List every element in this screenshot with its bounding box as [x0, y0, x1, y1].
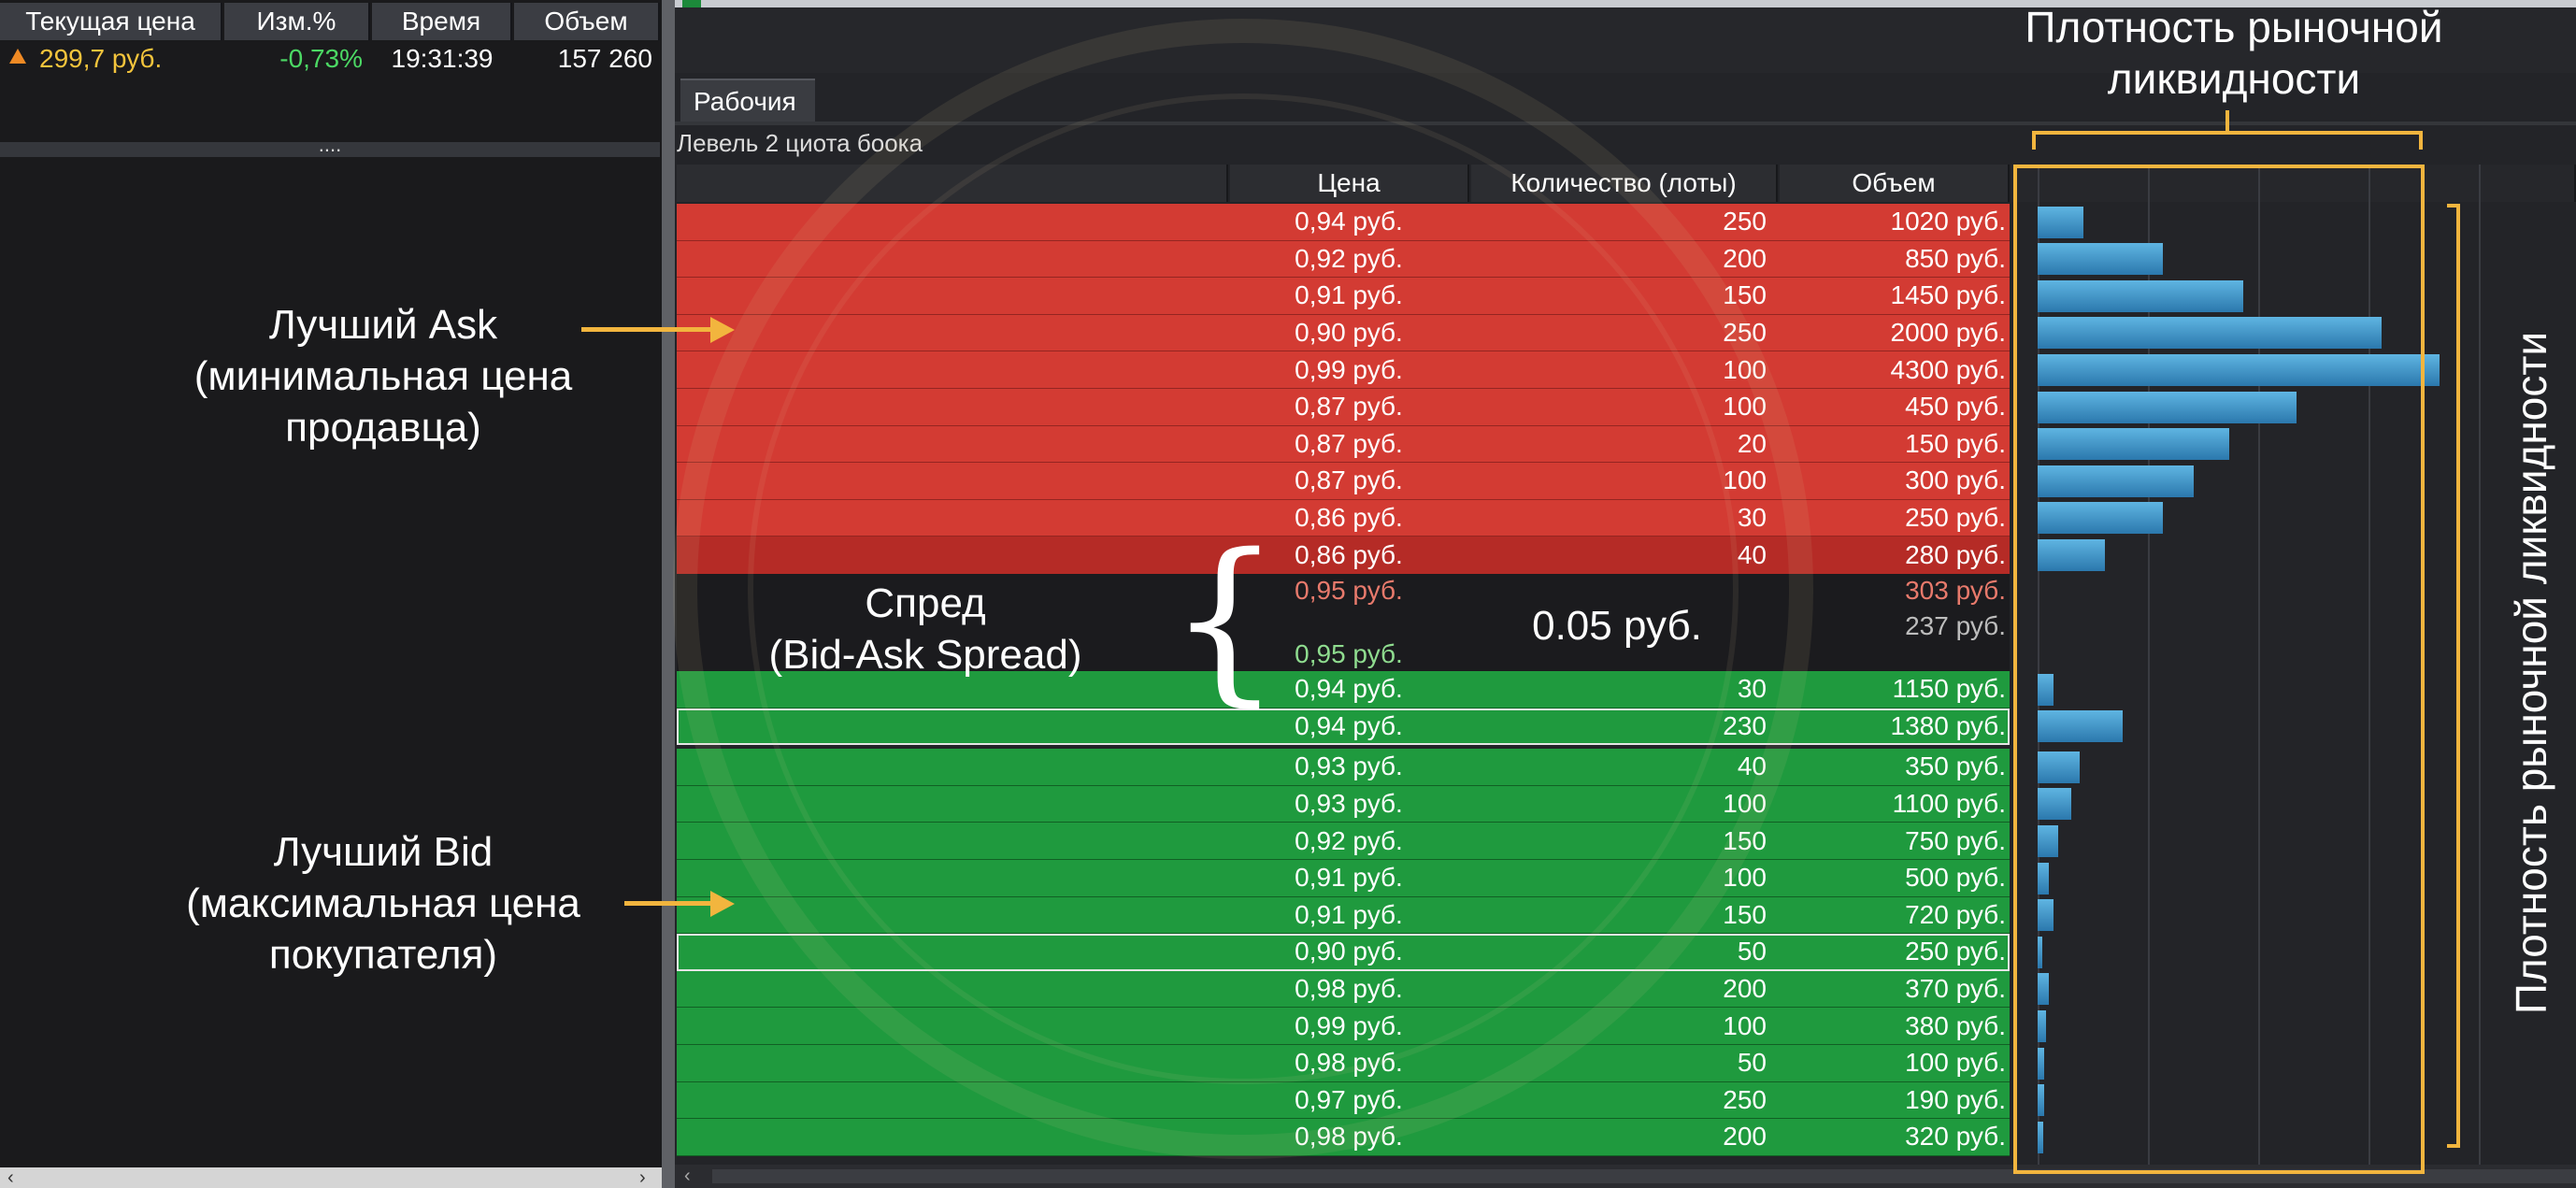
quote-volume: 157 260 — [557, 44, 652, 73]
annotation-density-top: Плотность рыночной ликвидности — [1963, 2, 2505, 105]
density-highlight-box — [2013, 165, 2425, 1174]
ask-volume-cell: 250 руб. — [1905, 503, 2006, 533]
annotation-spread-line2: (Bid-Ask Spread) — [768, 632, 1082, 678]
column-header-volume[interactable]: Объем — [1780, 165, 2010, 202]
bid-arrow-icon — [710, 891, 735, 917]
bid-volume-cell: 380 руб. — [1905, 1010, 2006, 1040]
density-top-bracket — [2032, 131, 2423, 150]
annotation-density-top-line2: ликвидности — [2107, 54, 2361, 103]
spread-value: 0.05 руб. — [1532, 603, 1702, 649]
annotation-best-ask-line3: продавца) — [285, 405, 481, 451]
app-icon — [682, 0, 701, 7]
ask-arrow-icon — [710, 317, 735, 343]
ask-volume-cell: 850 руб. — [1905, 243, 2006, 273]
bid-arrow-line — [624, 901, 714, 906]
bid-volume-cell: 100 руб. — [1905, 1048, 2006, 1078]
annotation-density-top-line1: Плотность рыночной — [2025, 3, 2443, 51]
current-price: 299,7 руб. — [39, 44, 163, 73]
column-header-current-price[interactable]: Текущая цена — [0, 3, 222, 40]
bid-volume-cell: 500 руб. — [1905, 863, 2006, 893]
annotation-density-side: Плотность рыночной ликвидности — [2507, 331, 2555, 1015]
ask-volume-cell: 300 руб. — [1905, 465, 2006, 495]
bid-volume-cell: 370 руб. — [1905, 974, 2006, 1004]
bid-quantity-cell: 200 — [1723, 1122, 1767, 1152]
change-percent: -0,73% — [279, 44, 363, 73]
splitter-grip[interactable]: .... — [0, 133, 660, 157]
scroll-right-arrow-icon[interactable]: › — [639, 1167, 646, 1188]
left-horizontal-scrollbar[interactable]: ‹ › — [0, 1167, 662, 1188]
quote-row[interactable]: 299,7 руб. -0,73% 19:31:39 157 260 — [0, 41, 660, 77]
bid-volume-cell: 250 руб. — [1905, 937, 2006, 966]
density-top-bracket-stem — [2225, 110, 2229, 133]
annotation-best-bid-line2: (максимальная цена — [186, 880, 580, 926]
bid-volume-cell: 750 руб. — [1905, 825, 2006, 855]
bid-volume-cell: 1100 руб. — [1892, 789, 2006, 819]
bid-volume-cell: 720 руб. — [1905, 899, 2006, 929]
ask-volume-cell: 150 руб. — [1905, 428, 2006, 458]
annotation-best-ask-line2: (минимальная цена — [193, 353, 573, 399]
annotation-best-bid-line1: Лучший Bid — [273, 829, 494, 875]
quote-time: 19:31:39 — [391, 44, 494, 73]
bid-volume-cell: 1380 руб. — [1890, 710, 2006, 740]
column-header-change[interactable]: Изм.% — [224, 3, 370, 40]
bid-volume-cell: 1150 руб. — [1892, 674, 2006, 704]
bid-volume-cell: 320 руб. — [1905, 1122, 2006, 1152]
annotation-spread-line1: Спред — [865, 580, 986, 626]
annotation-best-bid: Лучший Bid (максимальная цена покупателя… — [150, 826, 617, 980]
ask-volume-cell: 4300 руб. — [1890, 354, 2006, 384]
ask-arrow-line — [581, 327, 714, 332]
ask-volume-cell: 2000 руб. — [1890, 318, 2006, 348]
ask-volume-cell: 1020 руб. — [1890, 207, 2006, 236]
scroll-left-arrow-icon[interactable]: ‹ — [684, 1165, 691, 1188]
tab-working[interactable]: Рабочия — [680, 79, 815, 122]
annotation-best-bid-line3: покупателя) — [268, 932, 498, 978]
ask-volume-cell: 450 руб. — [1905, 392, 2006, 422]
price-up-icon — [9, 49, 26, 64]
ask-volume-cell: 1450 руб. — [1890, 280, 2006, 310]
annotation-best-ask-line1: Лучший Ask — [268, 302, 498, 348]
spread-brace-icon: { — [1168, 516, 1281, 723]
panel-splitter[interactable]: .... — [0, 133, 660, 157]
annotation-spread: Спред (Bid-Ask Spread) — [729, 578, 1122, 680]
bid-volume-cell: 190 руб. — [1905, 1084, 2006, 1114]
column-header-time[interactable]: Время — [372, 3, 512, 40]
chart-gridline — [2479, 165, 2481, 1165]
bid-volume-cell: 350 руб. — [1905, 751, 2006, 781]
column-header-volume[interactable]: Объем — [514, 3, 660, 40]
quotes-panel: Текущая цена Изм.% Время Объем 299,7 руб… — [0, 0, 662, 1188]
scroll-left-arrow-icon[interactable]: ‹ — [7, 1167, 14, 1188]
annotation-best-ask: Лучший Ask (минимальная цена продавца) — [150, 299, 617, 453]
density-side-bracket — [2447, 204, 2460, 1148]
